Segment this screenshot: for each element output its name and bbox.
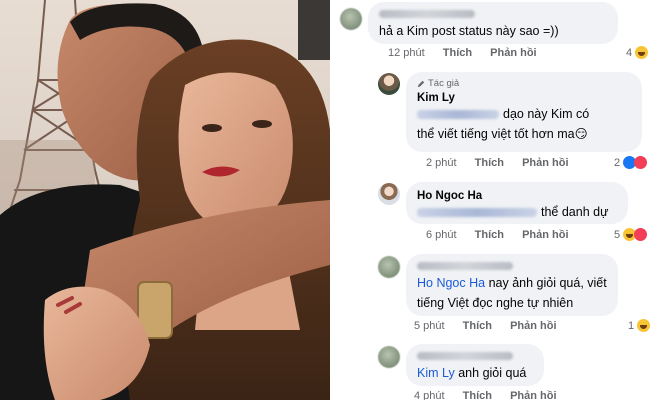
like-button[interactable]: Thích: [463, 320, 492, 332]
author-badge: Tác giả: [417, 78, 631, 90]
timestamp[interactable]: 2 phút: [426, 157, 457, 169]
comment-bubble: Kim Ly anh giỏi quá: [406, 344, 544, 386]
photo-illustration: [0, 0, 330, 400]
reaction-count[interactable]: 4: [626, 46, 649, 59]
mention-link[interactable]: Kim Ly: [417, 366, 455, 380]
love-icon: [634, 156, 648, 169]
timestamp[interactable]: 5 phút: [414, 320, 445, 332]
reaction-count[interactable]: 5: [614, 228, 648, 241]
comment-text: thể danh dự: [541, 205, 609, 219]
pencil-icon: [417, 80, 425, 88]
reply-button[interactable]: Phản hồi: [490, 47, 536, 59]
like-button[interactable]: Thích: [443, 47, 472, 59]
love-icon: [634, 228, 648, 241]
smirk-emoji: 😏: [574, 127, 588, 141]
timestamp[interactable]: 4 phút: [414, 390, 445, 400]
avatar-kim-ly[interactable]: [378, 73, 400, 95]
couple-photo: [0, 0, 330, 400]
comment-text: tiếng Việt đọc nghe tự nhiên: [417, 296, 574, 310]
reply-button[interactable]: Phản hồi: [510, 390, 556, 400]
comment-text: anh giỏi quá: [458, 366, 527, 380]
reply-button[interactable]: Phản hồi: [522, 229, 568, 241]
blurred-name: [417, 262, 513, 270]
blurred-mention: [417, 208, 537, 218]
timestamp[interactable]: 12 phút: [388, 47, 425, 59]
reply-button[interactable]: Phản hồi: [522, 157, 568, 169]
comment-text: nay ảnh giỏi quá, viết: [488, 276, 607, 290]
reaction-number: 1: [628, 319, 635, 332]
comment-actions: 2 phút Thích Phản hồi: [426, 157, 584, 169]
comment-bubble: Ho Ngoc Ha thể danh dự: [406, 182, 628, 224]
like-button[interactable]: Thích: [475, 157, 504, 169]
haha-icon: [637, 319, 651, 332]
comment-actions: 4 phút Thích Phản hồi: [414, 390, 572, 400]
reaction-number: 2: [614, 156, 621, 169]
reaction-count[interactable]: 1: [628, 319, 651, 332]
reaction-number: 4: [626, 46, 633, 59]
timestamp[interactable]: 6 phút: [426, 229, 457, 241]
avatar[interactable]: [340, 8, 362, 30]
blurred-name: [379, 10, 475, 18]
like-button[interactable]: Thích: [463, 390, 492, 400]
comment-bubble: hả a Kim post status này sao =)): [368, 2, 618, 44]
avatar[interactable]: [378, 256, 400, 278]
blurred-name: [417, 352, 513, 360]
reply-button[interactable]: Phản hồi: [510, 320, 556, 332]
reaction-count[interactable]: 2: [614, 156, 648, 169]
haha-icon: [635, 46, 649, 59]
comment-bubble: Tác giả Kim Ly dạo này Kim có thể viết t…: [406, 72, 642, 152]
mention-link[interactable]: Ho Ngoc Ha: [417, 276, 485, 290]
like-button[interactable]: Thích: [475, 229, 504, 241]
comment-actions: 6 phút Thích Phản hồi: [426, 229, 584, 241]
comment-actions: 5 phút Thích Phản hồi: [414, 320, 572, 332]
avatar-ho-ngoc-ha[interactable]: [378, 183, 400, 205]
comment-text: dạo này Kim có: [503, 107, 590, 121]
comment-text: thể viết tiếng việt tốt hơn ma: [417, 127, 575, 141]
avatar[interactable]: [378, 346, 400, 368]
commenter-name[interactable]: Ho Ngoc Ha: [417, 188, 617, 204]
comment-bubble: Ho Ngoc Ha nay ảnh giỏi quá, viết tiếng …: [406, 254, 618, 316]
comment-actions: 12 phút Thích Phản hồi: [388, 47, 552, 59]
blurred-mention: [417, 110, 499, 120]
comment-text: hả a Kim post status này sao =)): [379, 24, 559, 38]
author-badge-text: Tác giả: [428, 78, 460, 89]
comments-panel: hả a Kim post status này sao =)) 12 phút…: [330, 0, 660, 400]
commenter-name[interactable]: Kim Ly: [417, 90, 631, 106]
reaction-number: 5: [614, 228, 621, 241]
